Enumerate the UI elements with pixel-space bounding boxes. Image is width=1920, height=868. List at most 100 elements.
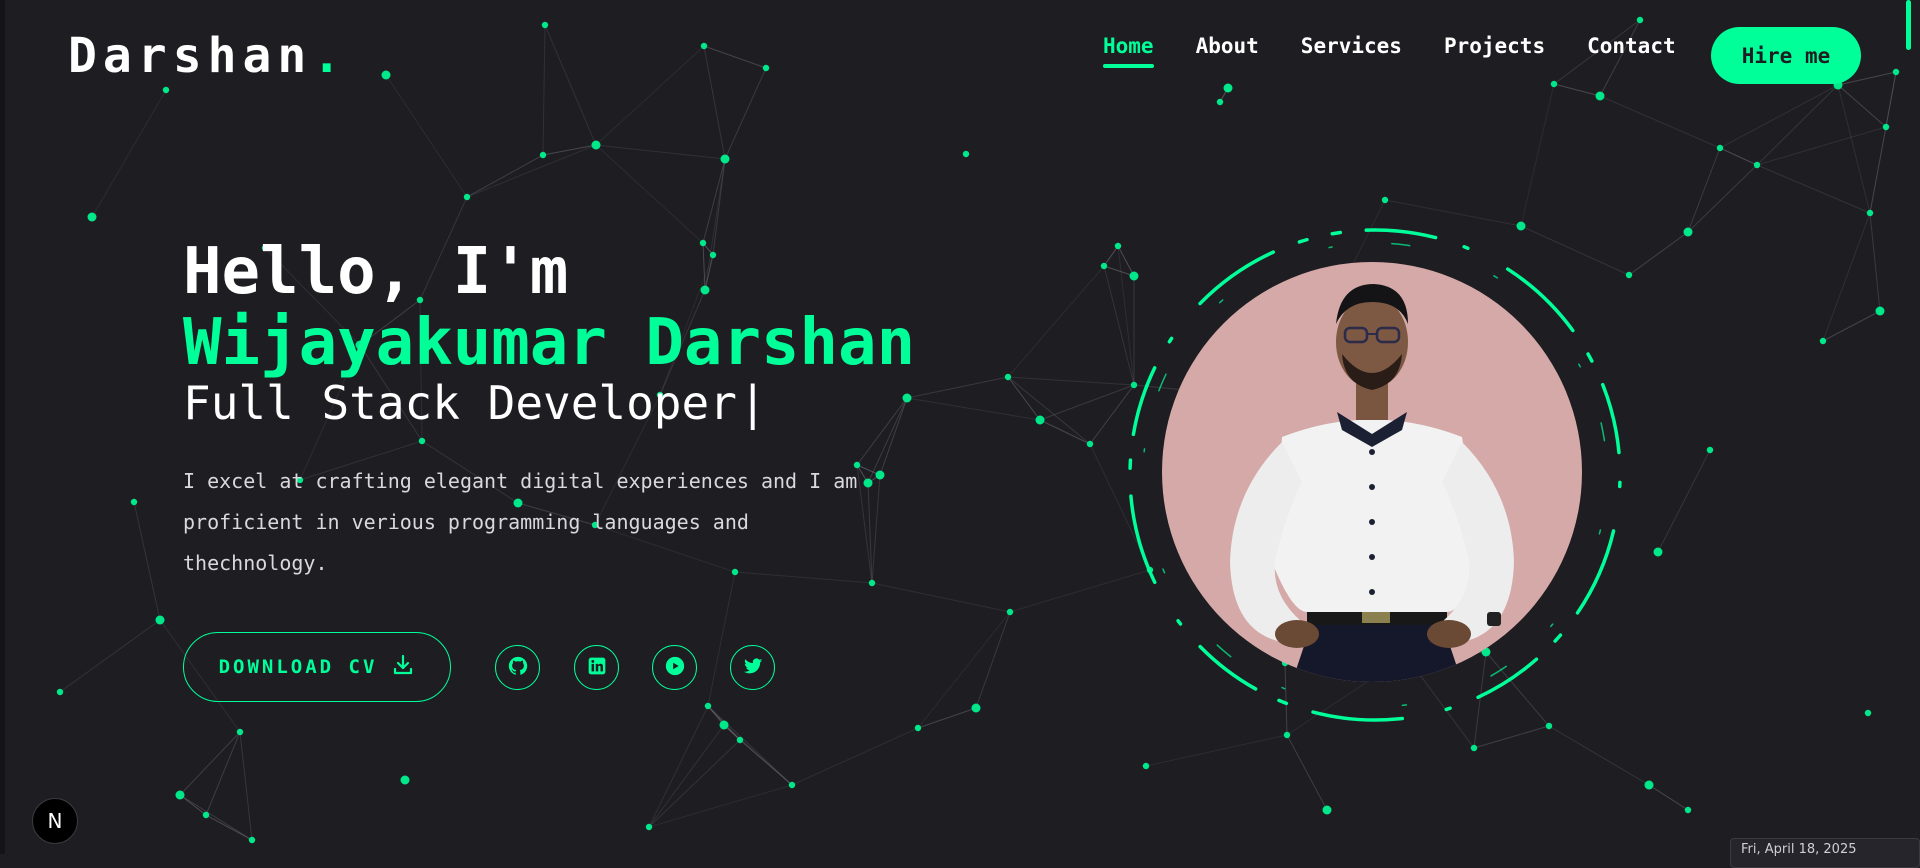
network-link bbox=[1548, 725, 1650, 786]
network-node bbox=[1864, 709, 1872, 717]
network-link bbox=[239, 731, 253, 841]
network-link bbox=[724, 67, 767, 160]
network-link bbox=[1103, 245, 1119, 267]
network-node bbox=[1882, 123, 1890, 131]
hero-greeting: Hello, I'm bbox=[183, 235, 569, 309]
network-node bbox=[720, 154, 730, 164]
youtube-link[interactable] bbox=[652, 645, 697, 690]
linkedin-link[interactable] bbox=[574, 645, 619, 690]
hero-description: I excel at crafting elegant digital expe… bbox=[183, 469, 858, 575]
network-link bbox=[1837, 84, 1871, 214]
network-node bbox=[236, 728, 244, 736]
network-node bbox=[645, 823, 653, 831]
github-icon bbox=[507, 655, 529, 681]
network-link bbox=[906, 376, 1009, 399]
network-link bbox=[1145, 734, 1288, 767]
network-link bbox=[906, 397, 1041, 421]
network-node bbox=[418, 437, 426, 445]
framework-devtools-button[interactable]: N bbox=[32, 798, 78, 844]
network-node bbox=[541, 21, 549, 29]
network-link bbox=[648, 724, 725, 828]
network-node bbox=[1753, 161, 1761, 169]
nav-contact[interactable]: Contact bbox=[1587, 34, 1676, 58]
network-node bbox=[700, 42, 708, 50]
logo-dot: . bbox=[312, 28, 342, 84]
network-link bbox=[205, 814, 253, 841]
network-link bbox=[1687, 164, 1758, 233]
twitter-icon bbox=[742, 655, 764, 681]
person-illustration bbox=[1230, 284, 1514, 682]
hero-role: Full Stack Developer| bbox=[183, 375, 767, 431]
scrollbar-thumb[interactable] bbox=[1906, 0, 1911, 50]
network-link bbox=[702, 242, 706, 291]
network-node bbox=[1381, 196, 1389, 204]
network-node bbox=[1684, 806, 1692, 814]
nav-home[interactable]: Home bbox=[1103, 34, 1154, 68]
network-link bbox=[542, 144, 597, 156]
youtube-icon bbox=[664, 655, 686, 681]
network-link bbox=[205, 731, 241, 816]
network-link bbox=[1599, 19, 1641, 97]
network-node bbox=[56, 688, 64, 696]
network-link bbox=[595, 45, 705, 146]
network-node bbox=[719, 720, 729, 730]
network-link bbox=[1687, 147, 1721, 233]
network-link bbox=[1286, 734, 1328, 811]
network-link bbox=[542, 24, 546, 156]
network-link bbox=[59, 619, 161, 693]
network-node bbox=[1644, 780, 1654, 790]
twitter-link[interactable] bbox=[730, 645, 775, 690]
download-cv-button[interactable]: DOWNLOAD CV bbox=[183, 632, 451, 702]
network-node bbox=[1875, 306, 1885, 316]
network-node bbox=[539, 151, 547, 159]
github-link[interactable] bbox=[495, 645, 540, 690]
network-link bbox=[1869, 71, 1897, 214]
network-link bbox=[1822, 212, 1871, 342]
network-node bbox=[699, 239, 707, 247]
network-link bbox=[595, 144, 704, 244]
profile-photo bbox=[1162, 262, 1582, 682]
network-node bbox=[709, 251, 717, 259]
network-link bbox=[917, 611, 1011, 729]
network-link bbox=[703, 45, 726, 160]
network-node bbox=[87, 212, 97, 222]
download-cv-label: DOWNLOAD CV bbox=[218, 656, 378, 678]
linkedin-icon bbox=[587, 656, 607, 680]
network-link bbox=[1007, 376, 1135, 386]
hero-name: Wijayakumar Darshan bbox=[183, 306, 916, 380]
network-node bbox=[591, 140, 601, 150]
hire-me-button[interactable]: Hire me bbox=[1711, 27, 1861, 84]
network-node bbox=[1322, 805, 1332, 815]
network-link bbox=[1719, 84, 1839, 149]
network-link bbox=[544, 24, 597, 146]
network-node bbox=[1004, 373, 1012, 381]
nav-services[interactable]: Services bbox=[1301, 34, 1402, 58]
date-tooltip: Fri, April 18, 2025 bbox=[1730, 838, 1920, 868]
network-node bbox=[1216, 98, 1224, 106]
network-node bbox=[788, 781, 796, 789]
network-node bbox=[1636, 16, 1644, 24]
network-node bbox=[1866, 209, 1874, 217]
network-node bbox=[700, 285, 710, 295]
logo[interactable]: Darshan. bbox=[68, 28, 341, 84]
network-link bbox=[1822, 310, 1881, 342]
network-node bbox=[463, 193, 471, 201]
network-link bbox=[648, 705, 709, 828]
network-node bbox=[130, 498, 138, 506]
network-link bbox=[975, 611, 1011, 709]
network-node bbox=[1892, 68, 1900, 76]
network-link bbox=[1657, 449, 1711, 553]
network-node bbox=[1470, 744, 1478, 752]
nav-about[interactable]: About bbox=[1196, 34, 1259, 58]
hero-role-text: Full Stack Developer bbox=[183, 376, 737, 430]
network-link bbox=[1520, 83, 1555, 227]
network-link bbox=[1007, 376, 1091, 445]
network-node bbox=[1086, 440, 1094, 448]
network-node bbox=[902, 393, 912, 403]
network-link bbox=[466, 154, 544, 198]
network-node bbox=[1716, 144, 1724, 152]
download-icon bbox=[391, 653, 415, 682]
network-node bbox=[1550, 80, 1558, 88]
network-link bbox=[707, 705, 793, 786]
nav-projects[interactable]: Projects bbox=[1444, 34, 1545, 58]
